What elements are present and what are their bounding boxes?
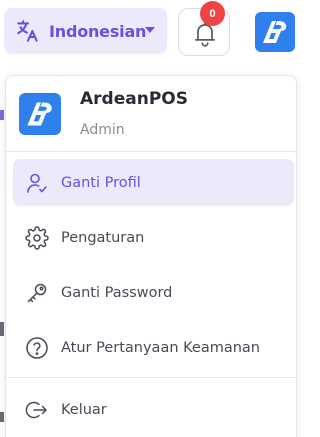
app-name: ArdeanPOS	[80, 89, 188, 109]
divider	[6, 377, 296, 378]
background-page-fragment	[0, 412, 4, 422]
notification-badge: 0	[200, 1, 225, 26]
user-edit-icon	[27, 173, 47, 193]
language-label: Indonesian	[49, 21, 147, 41]
menu-item-pengaturan[interactable]: Pengaturan	[13, 214, 294, 261]
menu-item-ganti-password[interactable]: Ganti Password	[13, 269, 294, 316]
caret-down-icon	[145, 27, 155, 33]
profile-header: ArdeanPOS Admin	[6, 76, 296, 151]
background-page-fragment	[0, 110, 4, 120]
menu-item-label: Atur Pertanyaan Keamanan	[61, 339, 260, 356]
menu-item-label: Ganti Profil	[61, 174, 141, 191]
question-circle-icon	[26, 336, 48, 359]
menu-item-label: Keluar	[61, 401, 107, 418]
app-logo	[19, 93, 61, 135]
translate-icon	[17, 20, 38, 42]
user-avatar[interactable]	[255, 12, 295, 52]
menu-item-label: Pengaturan	[61, 229, 145, 246]
app-logo-icon	[255, 12, 295, 52]
language-selector[interactable]: Indonesian	[4, 8, 167, 54]
app-logo-icon	[19, 93, 61, 135]
menu-item-atur-pertanyaan-keamanan[interactable]: Atur Pertanyaan Keamanan	[13, 324, 294, 371]
background-page-fragment	[0, 322, 4, 336]
divider	[6, 151, 296, 152]
key-icon	[27, 283, 47, 302]
menu-item-ganti-profil[interactable]: Ganti Profil	[13, 159, 294, 206]
gear-icon	[25, 225, 49, 250]
user-role: Admin	[80, 122, 125, 138]
menu-item-keluar[interactable]: Keluar	[13, 386, 294, 433]
profile-dropdown-menu: ArdeanPOS Admin Ganti Profil Pengaturan …	[5, 75, 297, 437]
logout-icon	[25, 401, 47, 418]
menu-item-label: Ganti Password	[61, 284, 173, 301]
